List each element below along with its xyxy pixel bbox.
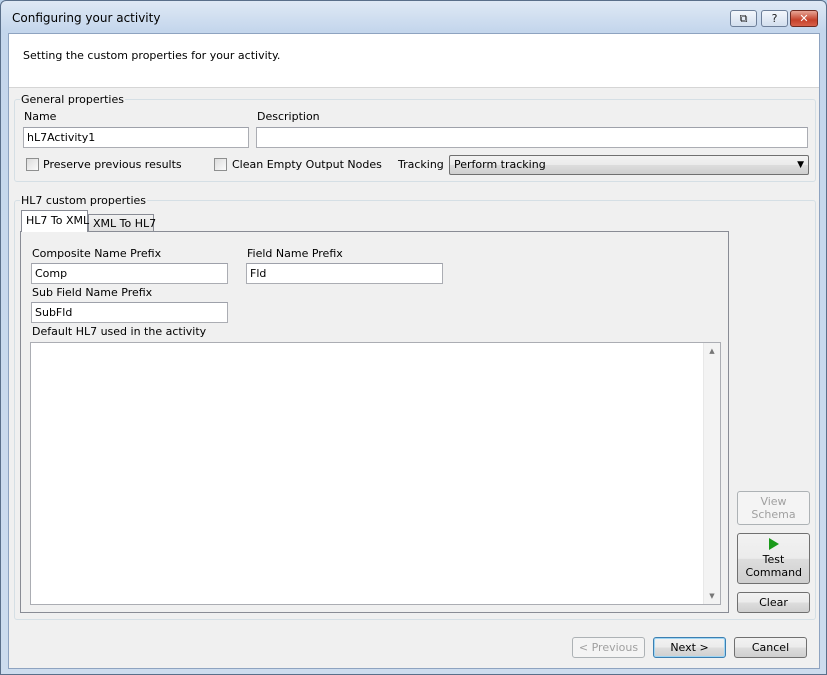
name-label: Name xyxy=(24,110,57,123)
clean-empty-nodes-label: Clean Empty Output Nodes xyxy=(232,158,382,171)
default-hl7-value xyxy=(31,343,720,347)
dialog-client: Setting the custom properties for your a… xyxy=(8,33,820,669)
general-properties-label: General properties xyxy=(20,93,125,106)
field-prefix-input[interactable]: Fld xyxy=(246,263,443,284)
subfield-prefix-input[interactable]: SubFld xyxy=(31,302,228,323)
chevron-down-icon: ▼ xyxy=(797,160,804,170)
test-command-label: Test Command xyxy=(745,553,803,579)
tab-hl7-to-xml[interactable]: HL7 To XML xyxy=(21,210,89,232)
view-schema-label: View Schema xyxy=(751,495,796,521)
clear-button[interactable]: Clear xyxy=(737,592,810,613)
window-title: Configuring your activity xyxy=(12,11,161,25)
cancel-button[interactable]: Cancel xyxy=(734,637,807,658)
description-input[interactable] xyxy=(256,127,808,148)
tracking-select[interactable]: Perform tracking ▼ xyxy=(449,155,809,175)
composite-prefix-label: Composite Name Prefix xyxy=(32,247,162,260)
clean-empty-nodes-checkbox[interactable] xyxy=(214,158,227,171)
composite-prefix-input[interactable]: Comp xyxy=(31,263,228,284)
dialog-window: Configuring your activity ⧉ ? ✕ Setting … xyxy=(0,0,827,675)
subfield-prefix-label: Sub Field Name Prefix xyxy=(32,286,153,299)
next-button[interactable]: Next > xyxy=(653,637,726,658)
default-hl7-textarea[interactable]: ▲ ▼ xyxy=(30,342,721,605)
default-hl7-label: Default HL7 used in the activity xyxy=(32,325,207,338)
test-command-button[interactable]: Test Command xyxy=(737,533,810,584)
scroll-up-icon[interactable]: ▲ xyxy=(704,343,720,359)
title-bar[interactable]: Configuring your activity ⧉ ? ✕ xyxy=(1,1,826,33)
scroll-down-icon[interactable]: ▼ xyxy=(704,588,720,604)
tracking-label: Tracking xyxy=(398,158,444,171)
tracking-value: Perform tracking xyxy=(454,158,546,171)
tab-xml-to-hl7[interactable]: XML To HL7 xyxy=(88,214,156,232)
help-icon[interactable]: ? xyxy=(761,10,788,27)
hl7-to-xml-panel: Composite Name Prefix Comp Field Name Pr… xyxy=(20,231,729,613)
header-text: Setting the custom properties for your a… xyxy=(23,49,281,62)
close-icon[interactable]: ✕ xyxy=(790,10,818,27)
preserve-results-label: Preserve previous results xyxy=(43,158,182,171)
header-panel: Setting the custom properties for your a… xyxy=(9,34,819,88)
restore-icon[interactable]: ⧉ xyxy=(730,10,757,27)
play-icon xyxy=(768,538,779,550)
vertical-scrollbar[interactable]: ▲ ▼ xyxy=(703,343,720,604)
preserve-results-checkbox[interactable] xyxy=(26,158,39,171)
hl7-properties-label: HL7 custom properties xyxy=(20,194,148,207)
previous-button[interactable]: < Previous xyxy=(572,637,645,658)
name-input[interactable]: hL7Activity1 xyxy=(23,127,249,148)
field-prefix-label: Field Name Prefix xyxy=(247,247,343,260)
view-schema-button[interactable]: View Schema xyxy=(737,491,810,525)
description-label: Description xyxy=(257,110,320,123)
